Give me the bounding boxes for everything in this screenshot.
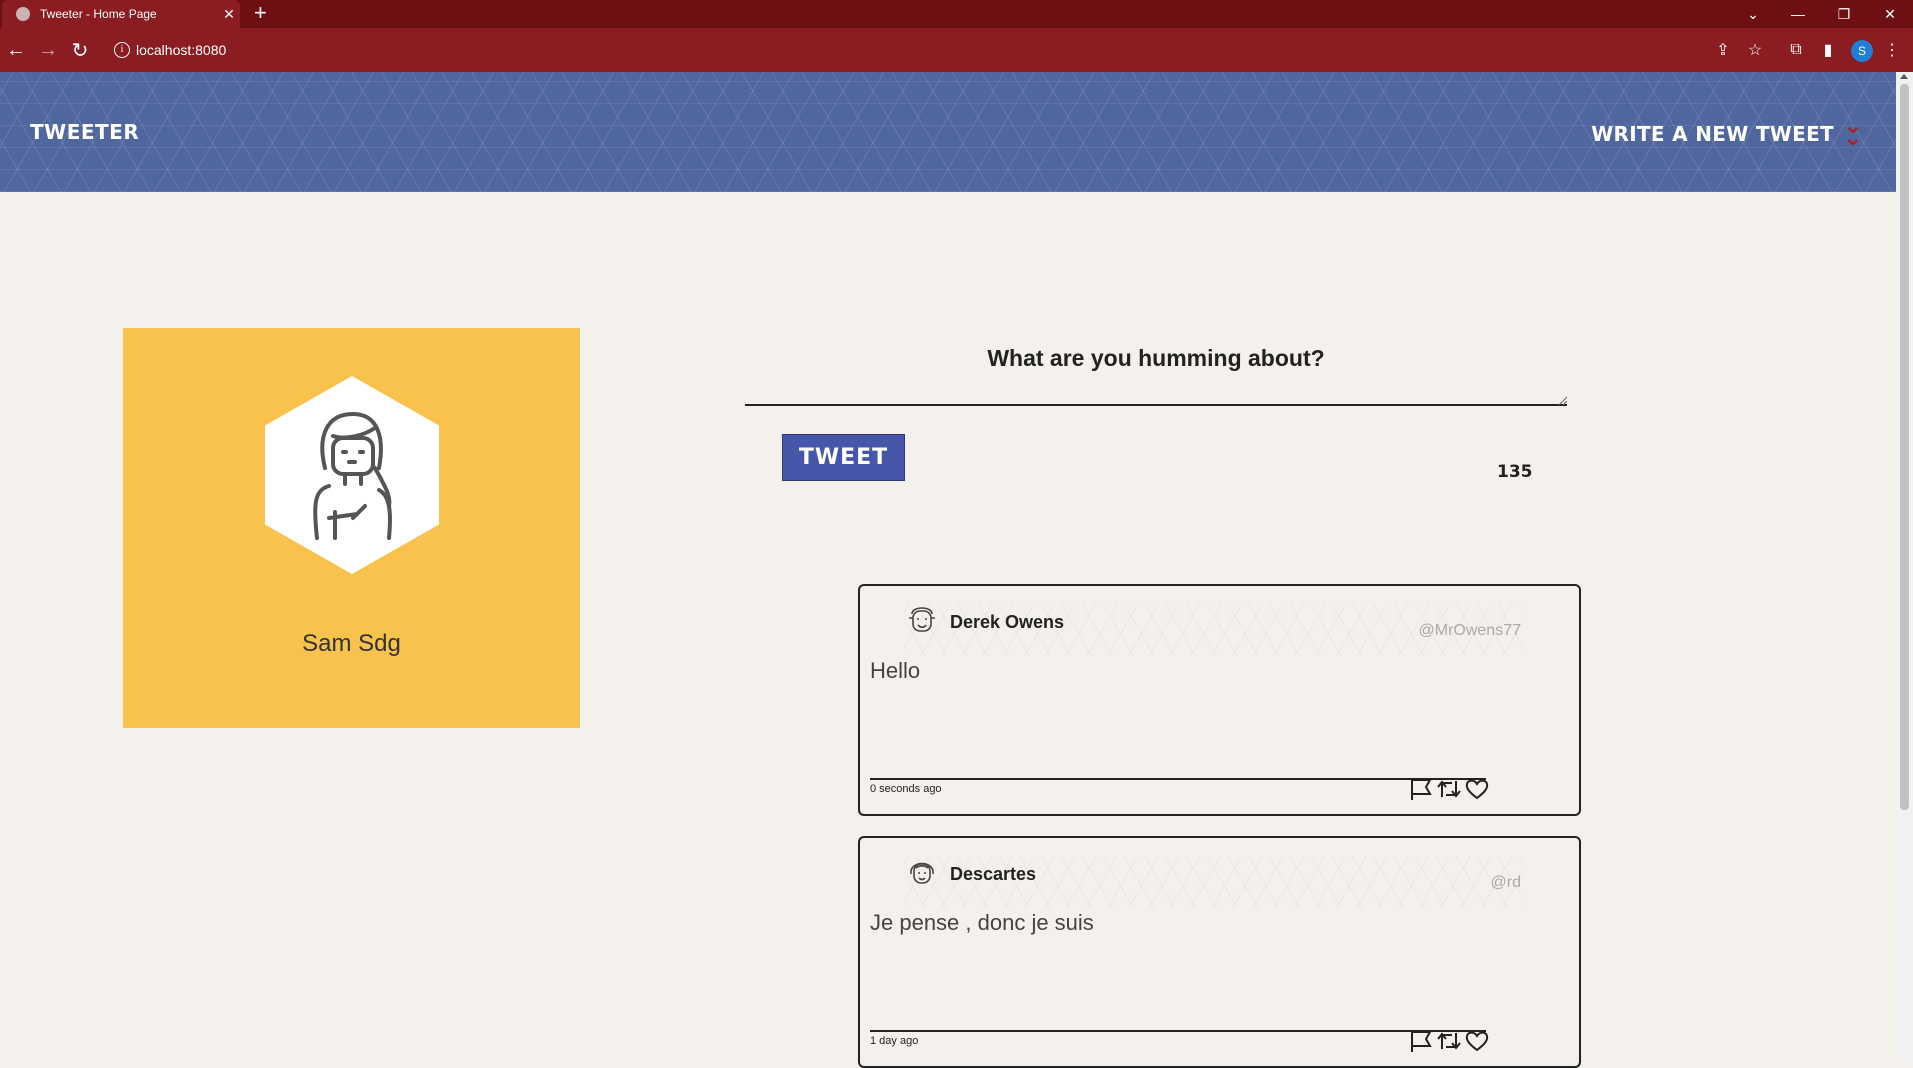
resize-grip-icon[interactable] <box>1557 395 1567 405</box>
forward-icon[interactable]: → <box>34 36 62 64</box>
url-text: localhost:8080 <box>136 42 227 58</box>
tweet-text: Hello <box>870 658 921 683</box>
tab-title: Tweeter - Home Page <box>40 7 157 21</box>
minimize-icon[interactable]: — <box>1775 0 1821 28</box>
close-tab-icon[interactable]: ✕ <box>218 6 240 23</box>
bookmark-star-icon[interactable]: ☆ <box>1745 40 1765 60</box>
globe-icon <box>16 7 30 21</box>
avatar <box>265 376 439 574</box>
tab-search-icon[interactable]: ⌄ <box>1730 0 1776 28</box>
user-avatar-icon <box>910 862 934 884</box>
tweet-button[interactable]: TWEET <box>782 434 905 481</box>
profile-name: Sam Sdg <box>302 630 401 657</box>
retweet-icon[interactable] <box>1436 776 1462 802</box>
tweet-timestamp: 0 seconds ago <box>870 783 942 795</box>
heart-icon[interactable] <box>1464 776 1490 802</box>
compose-title: What are you humming about? <box>987 345 1325 371</box>
flag-icon[interactable] <box>1408 776 1434 802</box>
heart-icon[interactable] <box>1464 1028 1490 1054</box>
extensions-icon[interactable]: ⧉ <box>1786 40 1806 60</box>
profile-avatar[interactable]: S <box>1851 40 1873 62</box>
tweet-text: Je pense , donc je suis <box>870 910 1094 935</box>
scroll-up-icon[interactable] <box>1900 74 1908 79</box>
scrollbar-thumb[interactable] <box>1900 84 1909 810</box>
page-scrollbar[interactable] <box>1896 72 1913 1062</box>
write-new-tweet-link[interactable]: WRITE A NEW TWEET <box>1591 122 1834 146</box>
user-avatar-icon <box>313 412 392 540</box>
flag-icon[interactable] <box>1408 1028 1434 1054</box>
tweet-actions <box>1408 776 1490 802</box>
share-icon[interactable]: ⇪ <box>1713 40 1733 60</box>
profile-card: Sam Sdg <box>123 328 580 728</box>
browser-tab[interactable]: Tweeter - Home Page ✕ <box>2 0 240 28</box>
tweet-author-handle: @rd <box>1490 874 1521 891</box>
retweet-icon[interactable] <box>1436 1028 1462 1054</box>
tweet-author-name: Descartes <box>950 864 1037 884</box>
site-header: TWEETER WRITE A NEW TWEET ⌄ ⌄ <box>0 72 1896 192</box>
site-info-icon[interactable]: i <box>114 42 130 58</box>
reload-icon[interactable]: ↻ <box>66 36 94 64</box>
tweet-timestamp: 1 day ago <box>870 1035 919 1047</box>
browser-toolbar: ← → ↻ i localhost:8080 ⇪ ☆ ⧉ ▮ S ⋮ <box>0 28 1913 72</box>
tab-strip: Tweeter - Home Page ✕ + ⌄ — ❐ ✕ <box>0 0 1913 28</box>
double-chevron-down-icon[interactable]: ⌄ ⌄ <box>1844 115 1862 149</box>
tweet-textarea[interactable] <box>745 383 1567 406</box>
window-close-icon[interactable]: ✕ <box>1867 0 1913 28</box>
user-avatar-icon <box>909 607 935 632</box>
side-panel-icon[interactable]: ▮ <box>1818 40 1838 60</box>
address-bar[interactable]: i localhost:8080 <box>108 34 1758 66</box>
tweet-author-handle: @MrOwens77 <box>1418 622 1522 639</box>
menu-icon[interactable]: ⋮ <box>1882 40 1902 60</box>
tweet-divider <box>870 778 1486 780</box>
tweet-card: Descartes @rd Je pense , donc je suis 1 … <box>858 836 1581 1068</box>
brand-logo[interactable]: TWEETER <box>30 120 139 144</box>
tweet-author-name: Derek Owens <box>950 612 1065 632</box>
tweet-divider <box>870 1030 1486 1032</box>
tweet-card: Derek Owens @MrOwens77 Hello 0 seconds a… <box>858 584 1581 816</box>
back-icon[interactable]: ← <box>2 36 30 64</box>
tweet-actions <box>1408 1028 1490 1054</box>
restore-icon[interactable]: ❐ <box>1821 0 1867 28</box>
new-tab-button[interactable]: + <box>254 1 267 25</box>
character-counter: 135 <box>1497 462 1533 482</box>
